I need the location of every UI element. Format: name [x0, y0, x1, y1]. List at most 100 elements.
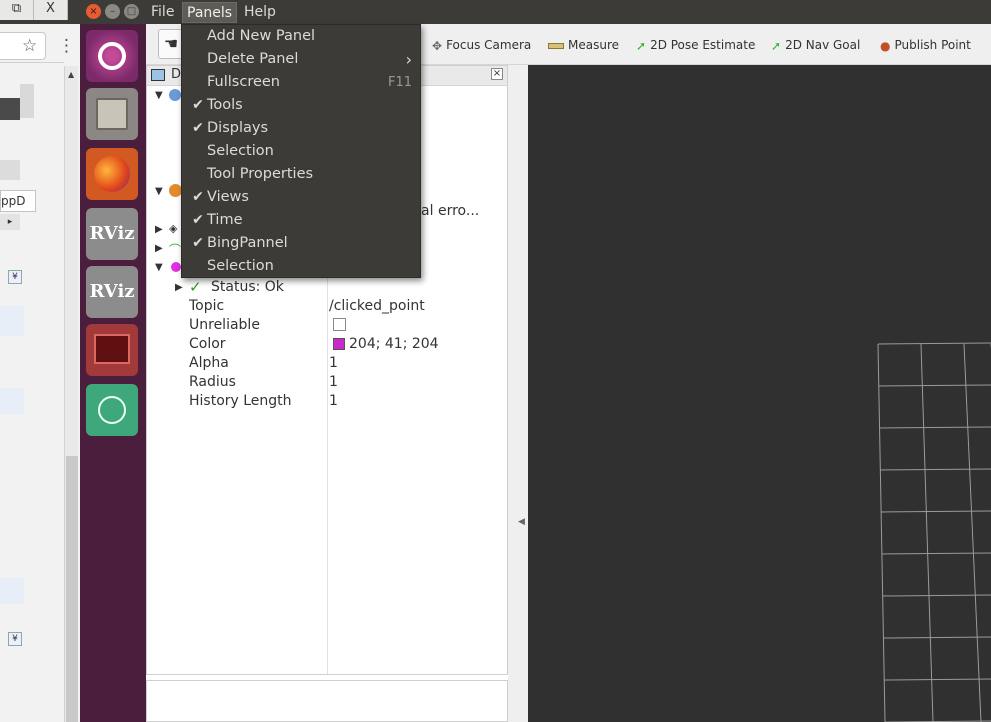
grid-icon: ◈: [169, 222, 178, 235]
rviz-icon[interactable]: RViz: [86, 208, 138, 260]
dropdown-fragment[interactable]: ppD ▾: [0, 190, 36, 228]
window-close-button[interactable]: ×: [86, 4, 101, 19]
green-arrow-icon: ➚: [636, 38, 647, 53]
status-ok-icon: ✓: [189, 278, 202, 296]
prop-key-history-length: History Length: [189, 393, 292, 409]
grid-line: [878, 384, 991, 387]
prop-value-history-length[interactable]: 1: [329, 392, 338, 411]
window-minimize-button[interactable]: –: [105, 4, 120, 19]
grid-svg: [877, 342, 991, 722]
expand-arrow-icon[interactable]: ▼: [155, 186, 163, 197]
panels-menu-item-tool-properties[interactable]: Tool Properties: [182, 163, 420, 186]
firefox-icon[interactable]: [86, 148, 138, 200]
menu-item-label: Displays: [207, 120, 269, 136]
publish-point-tool[interactable]: ● Publish Point: [880, 36, 971, 54]
grid-line: [877, 342, 991, 345]
scrollbar-thumb[interactable]: [20, 84, 34, 118]
prop-key-radius: Radius: [189, 374, 236, 390]
files-icon[interactable]: [86, 88, 138, 140]
unity-launcher: RViz RViz: [80, 24, 146, 722]
panels-menu-item-displays[interactable]: ✔ Displays: [182, 117, 420, 140]
panels-menu-item-bingpannel[interactable]: ✔ BingPannel: [182, 232, 420, 255]
menu-item-label: Add New Panel: [207, 28, 316, 44]
unreliable-checkbox[interactable]: [333, 318, 346, 331]
maximize-icon: □: [126, 6, 137, 17]
panels-menu-item-time[interactable]: ✔ Time: [182, 209, 420, 232]
collapse-left-icon[interactable]: ◀: [518, 517, 525, 527]
close-icon: ×: [89, 6, 98, 17]
scroll-up-icon[interactable]: ▲: [68, 70, 74, 79]
submenu-arrow-icon: ›: [405, 50, 412, 69]
prop-key-topic: Topic: [189, 298, 225, 314]
menu-item-label: Fullscreen: [207, 74, 280, 90]
menu-item-label: Selection: [207, 258, 274, 274]
restore-window-button[interactable]: ⧉: [0, 0, 34, 20]
panel-splitter[interactable]: ◀: [508, 65, 528, 722]
panels-menu-item-views[interactable]: ✔ Views: [182, 186, 420, 209]
collapse-arrow-icon[interactable]: ▼: [155, 262, 163, 273]
panels-menu-item-selection[interactable]: Selection: [182, 140, 420, 163]
browser-block: [0, 160, 20, 180]
bookmark-star-icon[interactable]: ☆: [22, 36, 37, 56]
grid-line: [877, 343, 886, 722]
menu-item-label: Time: [207, 212, 243, 228]
hand-icon: ☚: [163, 34, 179, 53]
grid-line: [882, 594, 991, 597]
status-text: Status: Ok: [211, 279, 284, 295]
nav-goal-tool[interactable]: ➚ 2D Nav Goal: [771, 36, 860, 54]
expand-arrow-icon[interactable]: ▶: [175, 282, 183, 293]
menu-help[interactable]: Help: [240, 2, 280, 23]
panels-menu-item-delete-panel[interactable]: Delete Panel ›: [182, 48, 420, 71]
divider: [0, 62, 64, 63]
menu-panels[interactable]: Panels: [182, 2, 238, 23]
window-maximize-button[interactable]: □: [124, 4, 139, 19]
check-icon: ✔: [192, 235, 204, 251]
minimize-icon: –: [110, 6, 115, 17]
restore-icon: ⧉: [11, 1, 22, 16]
vertical-scrollbar[interactable]: ▲: [64, 66, 78, 722]
menu-file[interactable]: File: [147, 2, 178, 23]
close-panel-icon[interactable]: ×: [491, 68, 503, 80]
color-swatch[interactable]: [333, 338, 345, 350]
panels-menu-item-tools[interactable]: ✔ Tools: [182, 94, 420, 117]
prop-value-topic[interactable]: /clicked_point: [329, 297, 425, 316]
description-panel: [146, 680, 508, 722]
grid-line: [880, 468, 991, 471]
global-options-icon: [169, 89, 181, 101]
panels-menu-item-fullscreen[interactable]: Fullscreen F11: [182, 71, 420, 94]
ruler-icon: [548, 42, 564, 49]
kebab-menu-icon[interactable]: ⋮: [58, 36, 75, 56]
panels-menu-item-selection[interactable]: Selection: [182, 255, 420, 278]
collapse-icon[interactable]: ¥: [8, 270, 22, 284]
expand-arrow-icon[interactable]: ▶: [155, 243, 163, 254]
terminal-icon[interactable]: [86, 324, 138, 376]
grid-line: [920, 343, 934, 722]
scrollbar-thumb[interactable]: [66, 456, 78, 722]
prop-value-color[interactable]: 204; 41; 204: [349, 335, 439, 354]
expand-arrow-icon[interactable]: ▼: [155, 90, 163, 101]
close-browser-button[interactable]: X: [34, 0, 68, 20]
3d-viewport[interactable]: [528, 65, 991, 722]
prop-value-radius[interactable]: 1: [329, 373, 338, 392]
pose-estimate-tool[interactable]: ➚ 2D Pose Estimate: [636, 36, 755, 54]
ubuntu-dash-icon[interactable]: [86, 30, 138, 82]
focus-camera-tool[interactable]: ✥ Focus Camera: [432, 36, 531, 54]
grid-line: [881, 510, 991, 513]
expand-arrow-icon[interactable]: ▶: [155, 224, 163, 235]
prop-key-unreliable: Unreliable: [189, 317, 260, 333]
grid-line: [881, 552, 991, 555]
atom-icon[interactable]: [86, 384, 138, 436]
map-pin-icon: ●: [880, 38, 891, 53]
shortcut-label: F11: [387, 75, 412, 90]
prop-value-alpha[interactable]: 1: [329, 354, 338, 373]
rviz-icon[interactable]: RViz: [86, 266, 138, 318]
grid-line: [883, 636, 991, 639]
panels-dropdown-menu: Add New Panel Delete Panel › Fullscreen F11 ✔…: [181, 24, 421, 278]
panels-menu-item-add-new-panel[interactable]: Add New Panel: [182, 25, 420, 48]
measure-tool[interactable]: Measure: [548, 36, 619, 54]
collapse-icon[interactable]: ¥: [8, 632, 22, 646]
prop-key-alpha: Alpha: [189, 355, 229, 371]
expand-arrow-icon[interactable]: ▸: [0, 214, 20, 230]
menu-item-label: Tool Properties: [207, 166, 314, 182]
green-arrow-icon: ➚: [771, 38, 782, 53]
